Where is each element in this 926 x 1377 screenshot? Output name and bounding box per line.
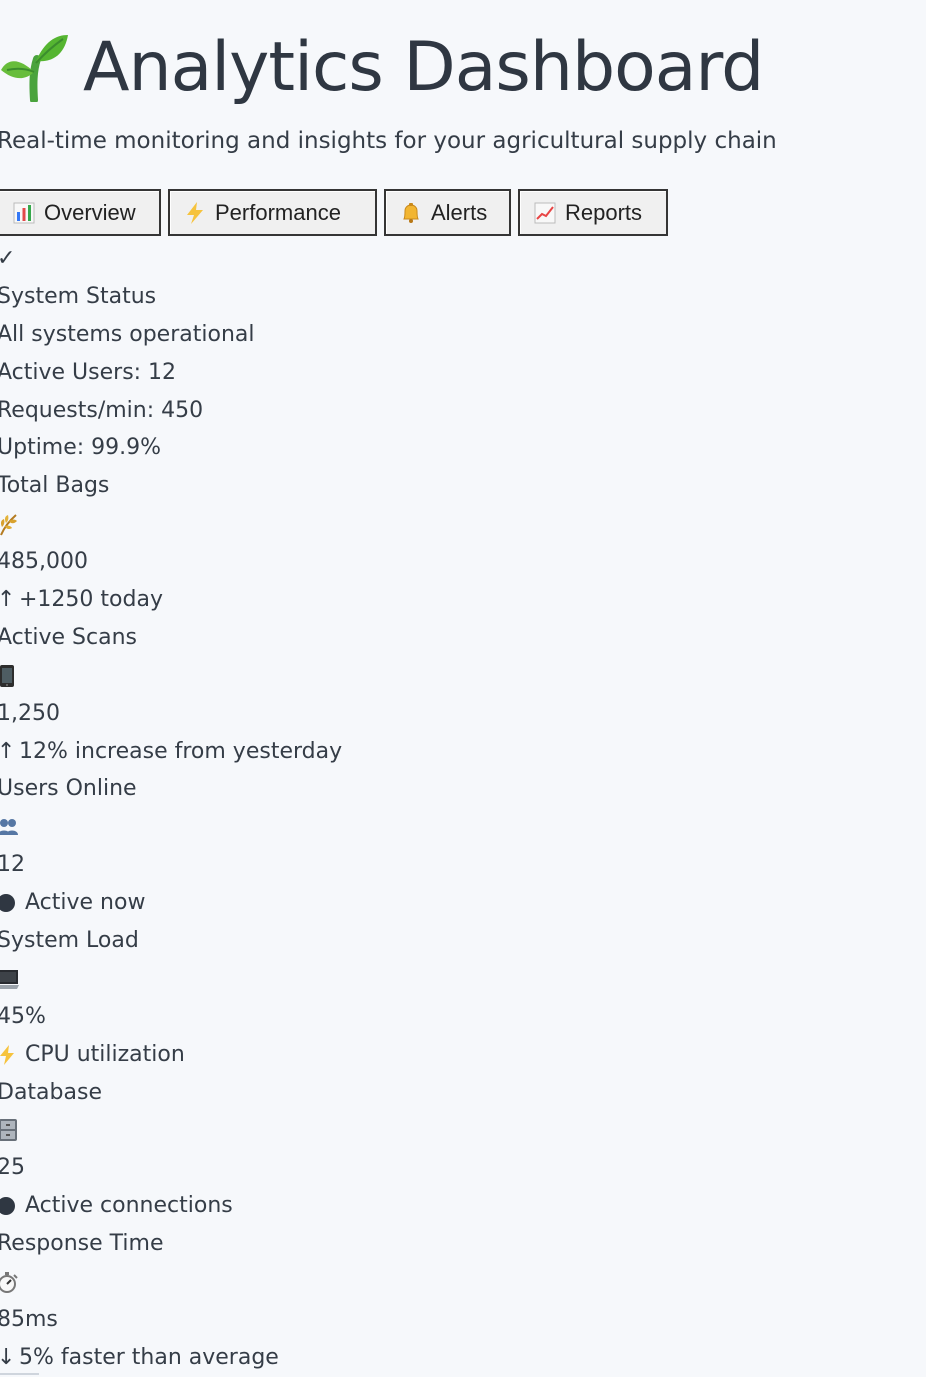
page-subtitle: Real-time monitoring and insights for yo…: [0, 128, 777, 154]
down-arrow-icon: ↓: [0, 1344, 16, 1370]
lightning-icon: [0, 1044, 14, 1065]
line-chart-icon: [533, 201, 557, 225]
status-check-icon: ✓: [0, 246, 16, 271]
system-status-message: All systems operational: [0, 321, 255, 347]
seedling-icon: [1, 35, 68, 102]
system-load-label: System Load: [0, 928, 139, 954]
active-scans-change-text: 12% increase from yesterday: [19, 738, 343, 764]
system-load-value: 45%: [0, 1003, 46, 1029]
requests-per-minute: Requests/min: 450: [0, 397, 204, 423]
uptime-status: Uptime: 99.9%: [0, 435, 162, 461]
active-scans-value: 1,250: [0, 700, 60, 726]
laptop-icon: [0, 960, 897, 998]
status-dot-icon: [0, 1197, 15, 1216]
users-online-label: Users Online: [0, 776, 137, 802]
analytics-page: Analytics Dashboard Real-time monitoring…: [0, 0, 926, 1375]
page-title: Analytics Dashboard: [83, 28, 764, 107]
system-load-note-text: CPU utilization: [25, 1041, 185, 1067]
dashboard-content: ✓ System Status All systems operational …: [0, 240, 897, 1377]
users-online-note-text: Active now: [25, 890, 146, 916]
dashboard-tabs: Overview Performance Alerts Reports: [0, 189, 697, 236]
database-note: Active connections: [0, 1187, 897, 1225]
response-time-value: 85ms: [0, 1306, 58, 1332]
system-status-title: System Status: [0, 283, 157, 309]
system-load-note: CPU utilization: [0, 1036, 897, 1074]
bell-icon: [399, 201, 423, 225]
users-icon: [0, 808, 897, 846]
divider: [0, 1373, 39, 1375]
tab-reports-label: Reports: [565, 199, 643, 225]
status-dot-icon: [0, 894, 15, 913]
database-label: Database: [0, 1079, 102, 1105]
file-cabinet-icon: [0, 1111, 897, 1149]
response-time-change: ↓ 5% faster than average: [0, 1339, 897, 1377]
database-note-text: Active connections: [25, 1193, 233, 1219]
total-bags-change-text: +1250 today: [19, 587, 163, 613]
tab-alerts-label: Alerts: [431, 199, 488, 225]
total-bags-label: Total Bags: [0, 473, 110, 499]
active-users-status: Active Users: 12: [0, 359, 177, 385]
users-online-note: Active now: [0, 884, 897, 922]
tab-overview-label: Overview: [44, 199, 136, 225]
lightning-icon: [183, 201, 207, 225]
tab-performance[interactable]: Performance: [168, 189, 377, 236]
dashboard-header: Analytics Dashboard Real-time monitoring…: [0, 0, 926, 236]
bar-chart-icon: [12, 201, 36, 225]
wheat-icon: [0, 505, 897, 543]
phone-icon: [0, 657, 897, 695]
stopwatch-icon: [0, 1263, 897, 1301]
response-time-change-text: 5% faster than average: [19, 1344, 279, 1370]
tab-alerts[interactable]: Alerts: [384, 189, 511, 236]
database-value: 25: [0, 1155, 25, 1181]
up-arrow-icon: ↑: [0, 587, 16, 613]
tab-overview[interactable]: Overview: [0, 189, 161, 236]
tab-performance-label: Performance: [215, 199, 341, 225]
users-online-value: 12: [0, 852, 25, 878]
active-scans-label: Active Scans: [0, 624, 137, 650]
up-arrow-icon: ↑: [0, 738, 16, 764]
active-scans-change: ↑ 12% increase from yesterday: [0, 733, 897, 771]
tab-reports[interactable]: Reports: [518, 189, 668, 236]
total-bags-value: 485,000: [0, 549, 88, 575]
response-time-label: Response Time: [0, 1231, 164, 1257]
total-bags-change: ↑ +1250 today: [0, 581, 897, 619]
